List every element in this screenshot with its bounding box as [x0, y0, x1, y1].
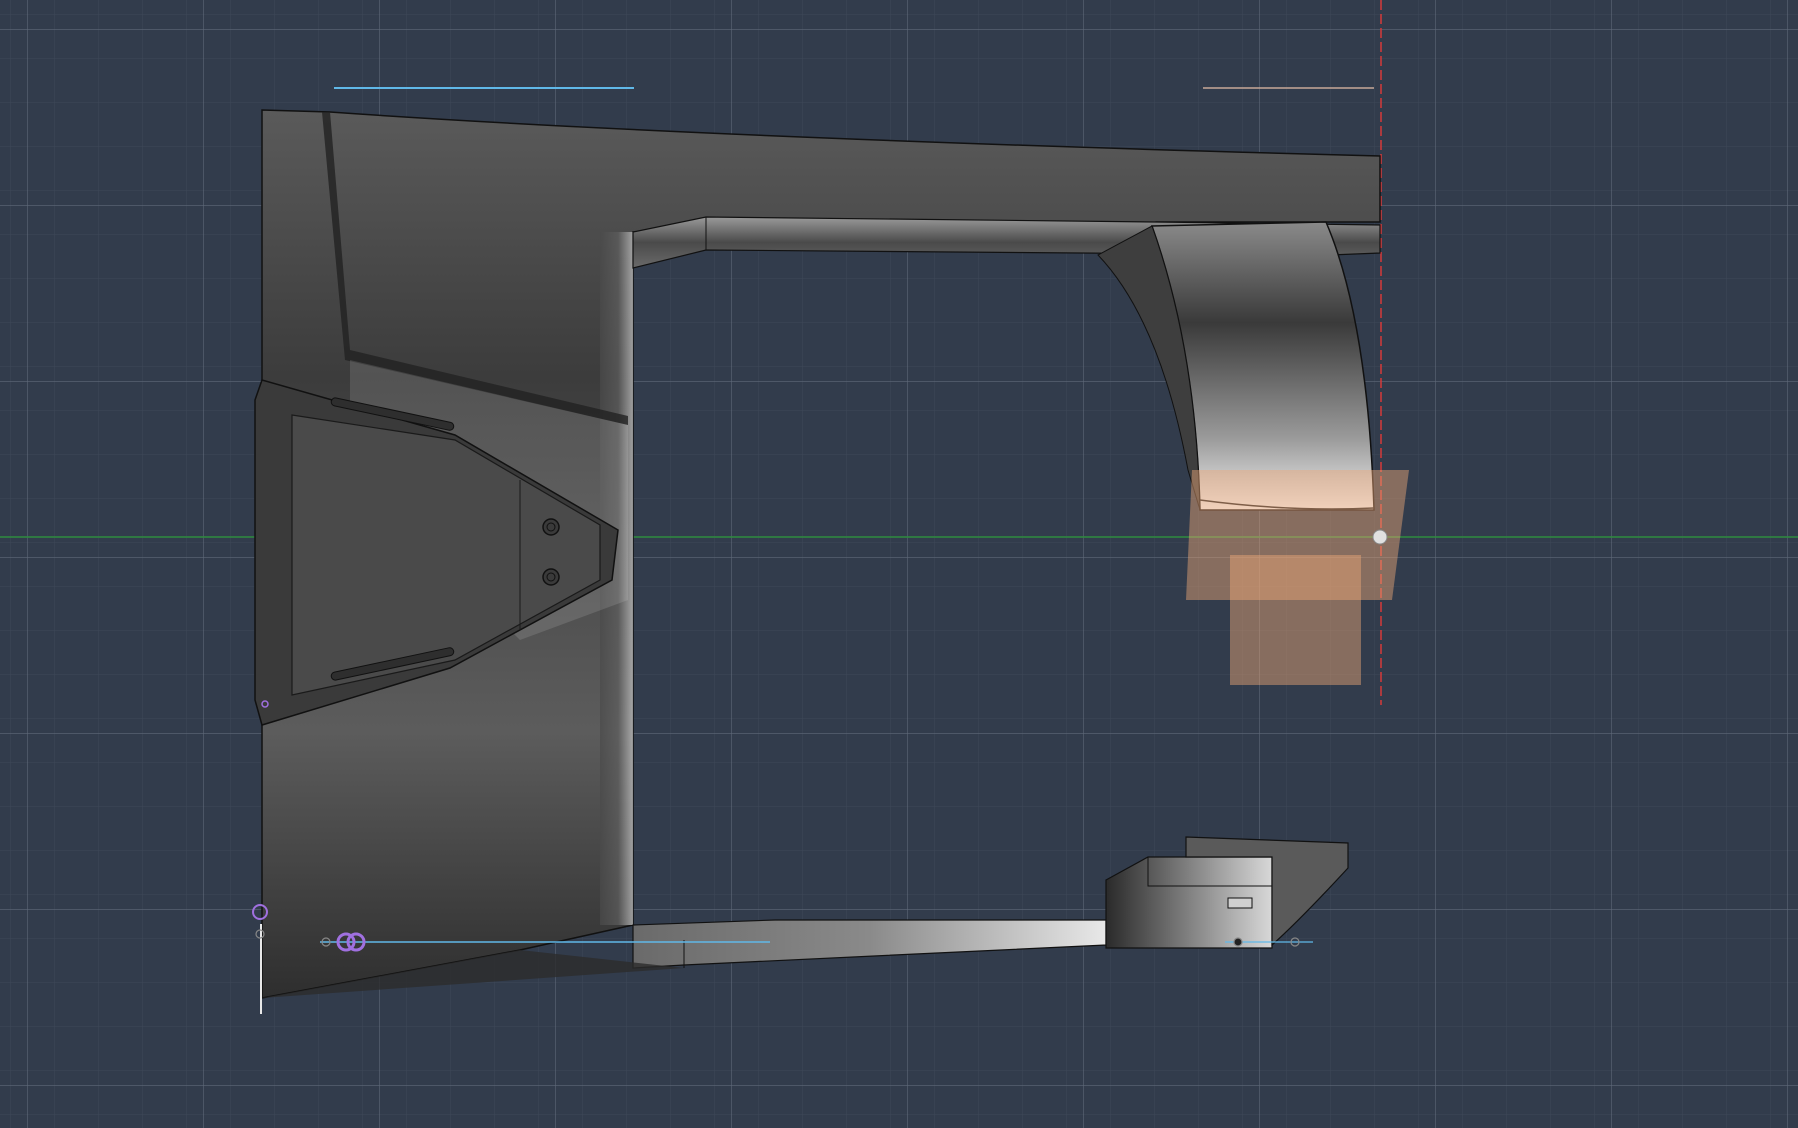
slot-icon	[1227, 897, 1253, 909]
cad-3d-viewport[interactable]	[0, 0, 1798, 1128]
origin-handle[interactable]	[1372, 529, 1388, 545]
hole-1[interactable]	[542, 518, 560, 536]
hole-2[interactable]	[542, 568, 560, 586]
viewport-canvas[interactable]	[0, 0, 1798, 1128]
constraint-marker-6[interactable]	[1233, 937, 1243, 947]
